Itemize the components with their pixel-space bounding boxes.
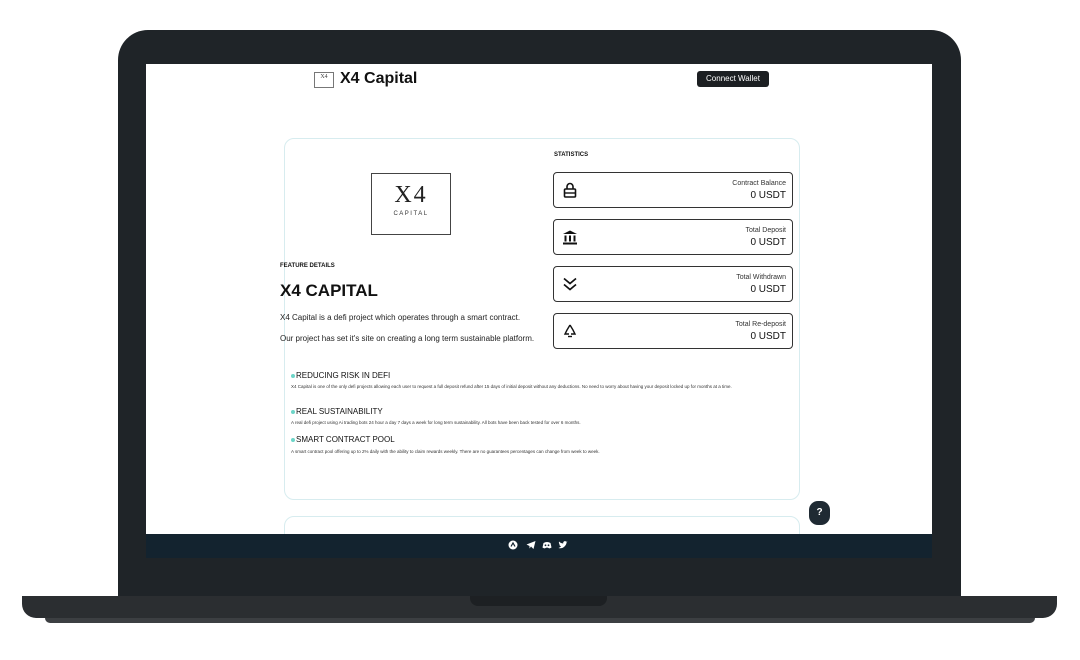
- section-title-smart-contract-pool: SMART CONTRACT POOL: [291, 435, 395, 444]
- section-title-real-sustainability: REAL SUSTAINABILITY: [291, 407, 383, 416]
- stat-value: 0 USDT: [750, 190, 786, 201]
- stat-value: 0 USDT: [750, 237, 786, 248]
- stat-label: Total Withdrawn: [736, 274, 786, 281]
- feature-description-2: Our project has set it's site on creatin…: [280, 334, 535, 343]
- x4-capital-logo: X4 CAPITAL: [371, 173, 451, 235]
- bullet-icon: [291, 373, 295, 378]
- feature-title: X4 CAPITAL: [280, 281, 378, 300]
- stat-total-redeposit: Total Re-deposit 0 USDT: [553, 313, 793, 349]
- screen: X4 X4 Capital Connect Wallet X4 CAPITAL …: [146, 64, 932, 558]
- stat-contract-balance: Contract Balance 0 USDT: [553, 172, 793, 208]
- bullet-icon: [291, 409, 295, 414]
- recycle-icon: [563, 324, 577, 338]
- stat-label: Total Deposit: [745, 227, 786, 234]
- lock-icon: [563, 182, 577, 198]
- section-title-text: SMART CONTRACT POOL: [296, 435, 395, 444]
- logo-mark: X4: [394, 182, 428, 208]
- stat-value: 0 USDT: [750, 284, 786, 295]
- feature-details-label: FEATURE DETAILS: [280, 263, 335, 269]
- section-desc: A smart contract pool offering up to 2% …: [291, 449, 600, 454]
- stat-total-deposit: Total Deposit 0 USDT: [553, 219, 793, 255]
- twitter-icon[interactable]: [558, 540, 568, 550]
- bullet-icon: [291, 437, 295, 442]
- connect-wallet-button[interactable]: Connect Wallet: [697, 71, 769, 87]
- laptop-base-edge: [45, 618, 1035, 623]
- feature-card: X4 CAPITAL FEATURE DETAILS X4 CAPITAL X4…: [280, 138, 800, 500]
- bank-icon: [563, 230, 577, 245]
- section-desc: X4 Capital is one of the only defi proje…: [291, 384, 732, 389]
- coin-icon[interactable]: [508, 540, 518, 550]
- logo-subtitle: CAPITAL: [393, 211, 429, 217]
- section-title-text: REAL SUSTAINABILITY: [296, 407, 383, 416]
- stat-value: 0 USDT: [750, 331, 786, 342]
- section-title-text: REDUCING RISK IN DEFI: [296, 371, 391, 380]
- statistics-label: STATISTICS: [554, 152, 589, 158]
- section-title-reducing-risk: REDUCING RISK IN DEFI: [291, 371, 390, 380]
- stat-total-withdrawn: Total Withdrawn 0 USDT: [553, 266, 793, 302]
- feature-description-1: X4 Capital is a defi project which opera…: [280, 313, 521, 322]
- discord-icon[interactable]: [542, 540, 552, 550]
- stat-label: Total Re-deposit: [735, 321, 786, 328]
- header-logo-icon[interactable]: X4: [314, 72, 334, 88]
- footer: [146, 534, 932, 558]
- brand-title[interactable]: X4 Capital: [340, 70, 417, 88]
- section-desc: A real defi project using Ai trading bot…: [291, 420, 581, 425]
- stat-label: Contract Balance: [732, 180, 786, 187]
- help-button[interactable]: ?: [809, 501, 830, 525]
- laptop-notch: [470, 596, 607, 606]
- double-chevron-down-icon: [563, 277, 577, 291]
- telegram-icon[interactable]: [526, 540, 536, 550]
